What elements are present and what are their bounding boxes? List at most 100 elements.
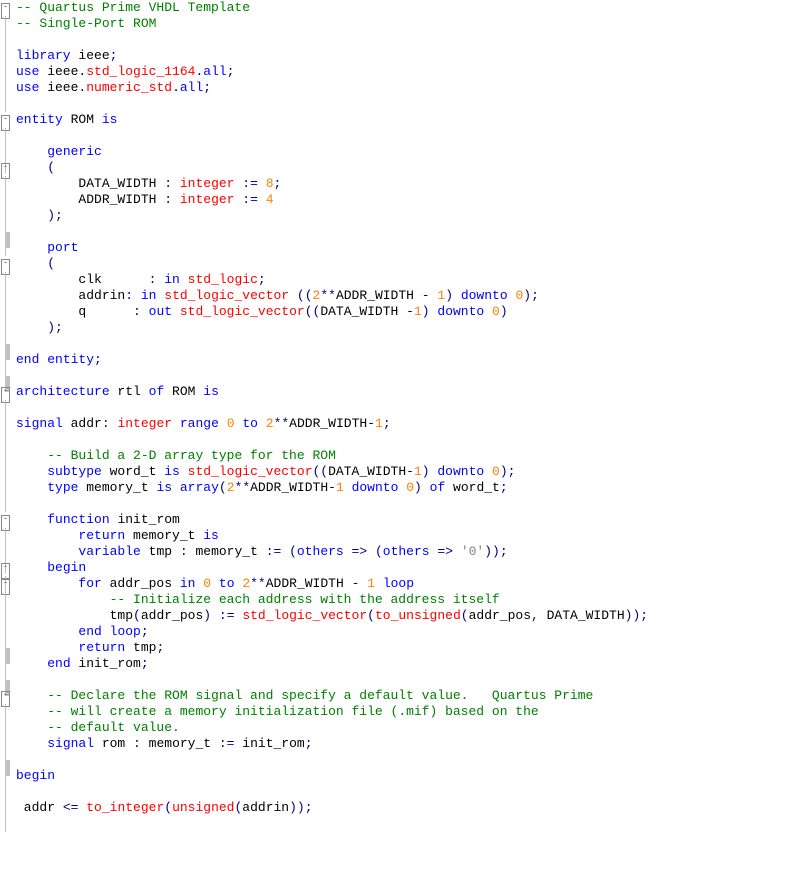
- code-line[interactable]: DATA_WIDTH : integer := 8;: [16, 176, 648, 192]
- token: (: [289, 544, 297, 559]
- code-line[interactable]: signal addr: integer range 0 to 2**ADDR_…: [16, 416, 648, 432]
- code-line[interactable]: end entity;: [16, 352, 648, 368]
- code-line[interactable]: addrin: in std_logic_vector ((2**ADDR_WI…: [16, 288, 648, 304]
- code-line[interactable]: use ieee.std_logic_1164.all;: [16, 64, 648, 80]
- token: [453, 544, 461, 559]
- code-line[interactable]: ADDR_WIDTH : integer := 4: [16, 192, 648, 208]
- token: .: [172, 80, 180, 95]
- code-line[interactable]: [16, 336, 648, 352]
- code-line[interactable]: -- Single-Port ROM: [16, 16, 648, 32]
- token: is: [203, 528, 219, 543]
- code-line[interactable]: [16, 672, 648, 688]
- gutter-cell: [0, 624, 14, 640]
- code-line[interactable]: signal rom : memory_t := init_rom;: [16, 736, 648, 752]
- token: library: [16, 48, 71, 63]
- token: (: [133, 608, 141, 623]
- token: -: [406, 464, 414, 479]
- code-line[interactable]: tmp(addr_pos) := std_logic_vector(to_uns…: [16, 608, 648, 624]
- token: '0': [461, 544, 484, 559]
- token: is: [102, 112, 118, 127]
- code-line[interactable]: variable tmp : memory_t := (others => (o…: [16, 544, 648, 560]
- token: [258, 416, 266, 431]
- code-line[interactable]: -- Initialize each address with the addr…: [16, 592, 648, 608]
- token: integer: [180, 176, 235, 191]
- code-line[interactable]: [16, 432, 648, 448]
- code-line[interactable]: end init_rom;: [16, 656, 648, 672]
- code-line[interactable]: return memory_t is: [16, 528, 648, 544]
- gutter-cell: [0, 96, 14, 112]
- code-line[interactable]: clk : in std_logic;: [16, 272, 648, 288]
- token: :=: [242, 192, 258, 207]
- token: [453, 288, 461, 303]
- token: word_t: [102, 464, 164, 479]
- token: [172, 416, 180, 431]
- token: ;: [258, 272, 266, 287]
- code-line[interactable]: [16, 784, 648, 800]
- token: -- Declare the ROM signal and specify a …: [47, 688, 593, 703]
- code-line[interactable]: -- will create a memory initialization f…: [16, 704, 648, 720]
- code-line[interactable]: begin: [16, 560, 648, 576]
- code-line[interactable]: function init_rom: [16, 512, 648, 528]
- code-line[interactable]: [16, 96, 648, 112]
- token: [16, 720, 47, 735]
- token: [180, 272, 188, 287]
- code-line[interactable]: generic: [16, 144, 648, 160]
- gutter-cell: [0, 528, 14, 544]
- code-line[interactable]: [16, 400, 648, 416]
- token: integer: [117, 416, 172, 431]
- code-line[interactable]: -- Build a 2-D array type for the ROM: [16, 448, 648, 464]
- code-area[interactable]: -- Quartus Prime VHDL Template-- Single-…: [14, 0, 648, 832]
- code-line[interactable]: [16, 128, 648, 144]
- code-line[interactable]: [16, 752, 648, 768]
- code-line[interactable]: architecture rtl of ROM is: [16, 384, 648, 400]
- token: :=: [242, 176, 258, 191]
- gutter-cell: -: [0, 560, 14, 576]
- token: [133, 288, 141, 303]
- code-line[interactable]: (: [16, 256, 648, 272]
- gutter-cell: [0, 272, 14, 288]
- code-line[interactable]: -- Declare the ROM signal and specify a …: [16, 688, 648, 704]
- token: in: [141, 288, 157, 303]
- code-line[interactable]: [16, 368, 648, 384]
- code-line[interactable]: -- default value.: [16, 720, 648, 736]
- code-line[interactable]: addr <= to_integer(unsigned(addrin));: [16, 800, 648, 816]
- code-line[interactable]: (: [16, 160, 648, 176]
- code-line[interactable]: q : out std_logic_vector((DATA_WIDTH -1)…: [16, 304, 648, 320]
- gutter-cell: [0, 320, 14, 336]
- code-line[interactable]: subtype word_t is std_logic_vector((DATA…: [16, 464, 648, 480]
- code-line[interactable]: return tmp;: [16, 640, 648, 656]
- token: **: [250, 576, 266, 591]
- token: ROM: [164, 384, 203, 399]
- code-line[interactable]: library ieee;: [16, 48, 648, 64]
- token: 1: [414, 464, 422, 479]
- code-line[interactable]: use ieee.numeric_std.all;: [16, 80, 648, 96]
- token: memory_t: [141, 736, 219, 751]
- gutter-cell: [0, 448, 14, 464]
- code-line[interactable]: );: [16, 208, 648, 224]
- gutter-cell: -: [0, 0, 14, 16]
- token: of: [430, 480, 446, 495]
- token: [375, 576, 383, 591]
- code-line[interactable]: entity ROM is: [16, 112, 648, 128]
- code-line[interactable]: begin: [16, 768, 648, 784]
- code-line[interactable]: -- Quartus Prime VHDL Template: [16, 0, 648, 16]
- code-line[interactable]: [16, 496, 648, 512]
- code-line[interactable]: port: [16, 240, 648, 256]
- token: tmp: [125, 640, 156, 655]
- code-line[interactable]: [16, 816, 648, 832]
- token: [16, 160, 47, 175]
- token: 8: [266, 176, 274, 191]
- code-line[interactable]: [16, 224, 648, 240]
- code-line[interactable]: [16, 32, 648, 48]
- code-line[interactable]: type memory_t is array(2**ADDR_WIDTH-1 d…: [16, 480, 648, 496]
- token: =>: [437, 544, 453, 559]
- token: [484, 304, 492, 319]
- code-line[interactable]: end loop;: [16, 624, 648, 640]
- token: [344, 544, 352, 559]
- token: ;: [227, 64, 235, 79]
- code-line[interactable]: );: [16, 320, 648, 336]
- token: addr: [16, 800, 63, 815]
- code-line[interactable]: for addr_pos in 0 to 2**ADDR_WIDTH - 1 l…: [16, 576, 648, 592]
- token: ieee: [39, 80, 78, 95]
- token: [16, 624, 78, 639]
